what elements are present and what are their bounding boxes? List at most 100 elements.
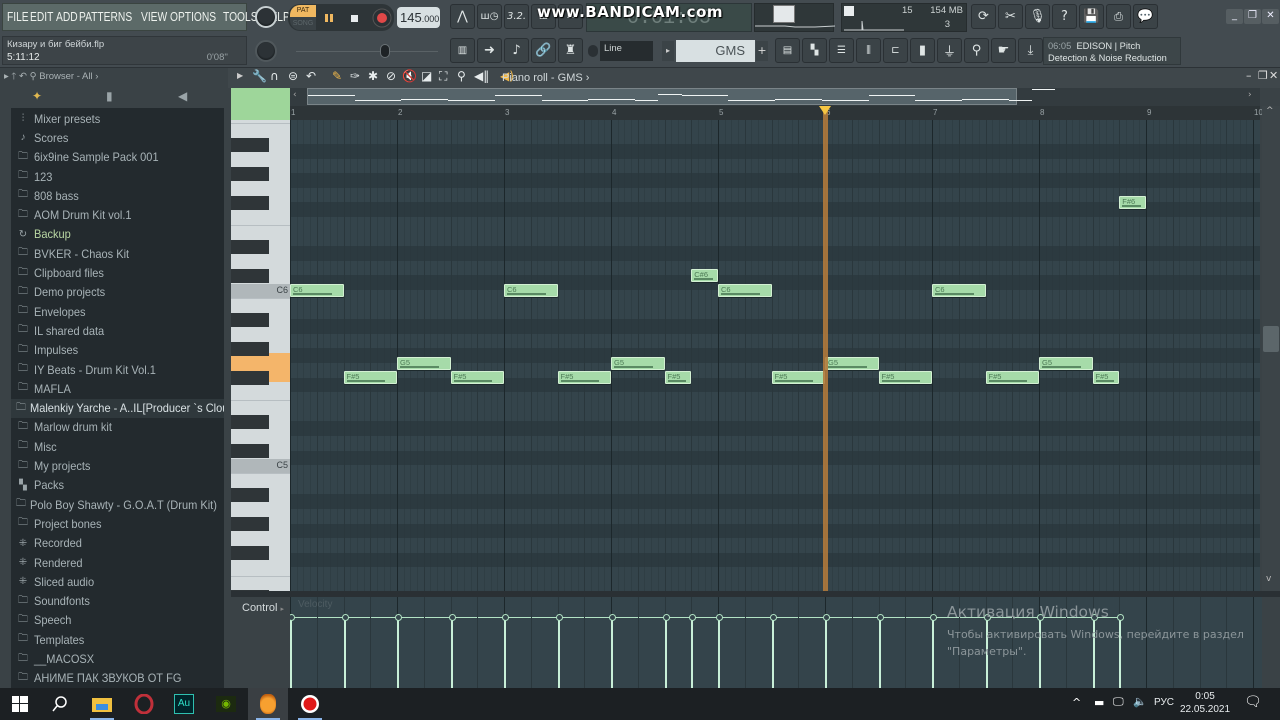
- velocity-stem[interactable]: [502, 614, 509, 688]
- note[interactable]: F#5: [771, 371, 825, 385]
- language-indicator[interactable]: РУС: [1154, 697, 1174, 708]
- smart-disable-button[interactable]: ☛: [991, 38, 1016, 63]
- menu-edit[interactable]: EDIT: [30, 10, 53, 24]
- browser-item[interactable]: ♪ Scores: [11, 128, 224, 147]
- browser-item[interactable]: ⁜ Rendered: [11, 553, 224, 572]
- snap-mode-select[interactable]: Line: [600, 41, 653, 61]
- velocity-lane[interactable]: Velocity: [290, 597, 1262, 688]
- note[interactable]: G5: [825, 356, 879, 370]
- menu-view[interactable]: VIEW: [141, 10, 167, 24]
- wait-input-button[interactable]: ш◷: [477, 4, 502, 29]
- news-hint-panel[interactable]: 06:05 EDISON | Pitch Detection & Noise R…: [1043, 37, 1181, 65]
- piano-roll-menu-arrow[interactable]: ▶: [237, 71, 243, 80]
- add-pattern-button[interactable]: +: [756, 41, 768, 61]
- browser-item[interactable]: 🗀 BVKER - Chaos Kit: [11, 244, 224, 263]
- note[interactable]: C6: [718, 283, 772, 297]
- file-explorer-app[interactable]: [82, 688, 122, 720]
- plugin-picker-button[interactable]: ⏚: [937, 38, 962, 63]
- octave-key[interactable]: C5: [231, 458, 290, 474]
- browser-item[interactable]: 🗀 Clipboard files: [11, 263, 224, 282]
- menu-tools[interactable]: TOOLS: [223, 10, 258, 24]
- playlist-button[interactable]: ▤: [775, 38, 800, 63]
- tempo-display[interactable]: 145.000: [397, 7, 440, 28]
- browser-arrow-icon[interactable]: ▸: [4, 71, 9, 82]
- pause-button[interactable]: [317, 6, 341, 30]
- octave-key[interactable]: C6: [231, 283, 290, 299]
- help-button[interactable]: ?: [1052, 4, 1077, 29]
- playhead[interactable]: [823, 106, 828, 591]
- browser-item[interactable]: 🗀 Demo projects: [11, 283, 224, 302]
- scroll-right-icon[interactable]: ›: [1248, 90, 1252, 100]
- black-key[interactable]: [231, 312, 269, 327]
- blend-notes-button[interactable]: ш: [531, 4, 556, 29]
- browser-item[interactable]: 🗀 IL shared data: [11, 321, 224, 340]
- search-button[interactable]: [40, 688, 80, 720]
- velocity-stem[interactable]: [1037, 614, 1044, 688]
- black-key[interactable]: [231, 414, 269, 429]
- paint-icon[interactable]: ✑: [350, 69, 360, 83]
- menu-file[interactable]: FILE: [7, 10, 29, 24]
- note[interactable]: G5: [611, 356, 665, 370]
- browser-tab-plugins[interactable]: ◀: [178, 89, 187, 103]
- browser-item[interactable]: 🗀 Malenkiy Yarche - A..IL[Producer `s Clo…: [11, 398, 224, 418]
- touch-controller-button[interactable]: ⚲: [964, 38, 989, 63]
- pencil-icon[interactable]: ✎: [332, 69, 342, 83]
- taskbar-clock[interactable]: 0:05 22.05.2021: [1180, 690, 1230, 716]
- pr-minimize-button[interactable]: –: [1246, 69, 1252, 82]
- browser-title[interactable]: Browser - All: [39, 71, 92, 82]
- chat-button[interactable]: 💬: [1133, 4, 1158, 29]
- velocity-stem[interactable]: [689, 614, 697, 688]
- velocity-stem[interactable]: [1090, 614, 1098, 688]
- pattern-selector[interactable]: GMS: [676, 40, 755, 62]
- note[interactable]: C#6: [691, 268, 718, 282]
- undo-icon[interactable]: ↶: [306, 69, 316, 83]
- note[interactable]: F#5: [1092, 371, 1120, 385]
- battery-icon[interactable]: ▬: [1094, 696, 1104, 709]
- wrench-icon[interactable]: 🔧: [252, 69, 267, 83]
- black-key[interactable]: [231, 166, 269, 181]
- note[interactable]: G5: [1039, 356, 1093, 370]
- volume-icon[interactable]: 🔈: [1133, 695, 1147, 708]
- browser-item[interactable]: ↻ Backup: [11, 225, 224, 244]
- save-button[interactable]: 💾: [1079, 4, 1104, 29]
- browser-item[interactable]: 🗀 AOM Drum Kit vol.1: [11, 206, 224, 225]
- scroll-down-icon[interactable]: v: [1266, 574, 1271, 584]
- overview-viewport[interactable]: [307, 88, 1056, 105]
- master-pitch-slider[interactable]: [296, 44, 438, 58]
- pat-song-toggle[interactable]: PAT SONG: [290, 5, 316, 30]
- browser-tab-all[interactable]: ✦: [32, 89, 42, 103]
- show-hidden-icons-button[interactable]: ^: [1072, 696, 1081, 709]
- magnet-icon[interactable]: ∩: [270, 69, 279, 83]
- control-target-selector[interactable]: Control ▸: [231, 597, 290, 688]
- time-display[interactable]: 0:01:05: [586, 3, 752, 32]
- snap-icon[interactable]: ⊜: [288, 69, 298, 83]
- record-audio-button[interactable]: 🎙: [1025, 4, 1050, 29]
- note[interactable]: C6: [504, 283, 558, 297]
- piano-roll-overview[interactable]: ‹ ›: [290, 88, 1260, 106]
- project-files-button[interactable]: ▮: [910, 38, 935, 63]
- note-grid[interactable]: C6 F#5 G5 F#5 C6 F#5 G5 F#5 C#6 C6 F#5 G5 F#5 C6 F#5 G5…: [290, 120, 1260, 591]
- black-key[interactable]: [231, 546, 269, 561]
- black-key[interactable]: [231, 487, 269, 502]
- browser-tab-project[interactable]: ▮: [106, 89, 113, 103]
- playback-icon[interactable]: ◀‖: [474, 69, 489, 83]
- browser-item[interactable]: 🗀 MAFLA: [11, 379, 224, 398]
- playhead-marker[interactable]: [819, 106, 831, 115]
- stop-button[interactable]: [342, 6, 366, 30]
- up-icon[interactable]: 🡑: [11, 71, 16, 82]
- timeline-ruler[interactable]: 1 2 3 4 5 6 7 8 9 10: [290, 106, 1263, 120]
- master-volume-knob[interactable]: [255, 6, 277, 28]
- browser-item[interactable]: ⁜ Recorded: [11, 534, 224, 553]
- search-icon[interactable]: ⚲: [30, 71, 37, 82]
- velocity-stem[interactable]: [555, 614, 563, 688]
- note[interactable]: F#5: [557, 371, 611, 385]
- browser-item[interactable]: 🗀 __MACOSX: [11, 649, 224, 668]
- browser-item[interactable]: 🗀 Soundfonts: [11, 592, 224, 611]
- browser-item[interactable]: 🗀 Project bones: [11, 514, 224, 533]
- slice-icon[interactable]: ◪: [421, 69, 432, 83]
- browser-item[interactable]: 🗀 Speech: [11, 611, 224, 630]
- browser-item[interactable]: 🗀 Templates: [11, 630, 224, 649]
- black-key[interactable]: [231, 137, 269, 152]
- velocity-stem[interactable]: [716, 614, 723, 688]
- fl-studio-app[interactable]: [248, 688, 288, 720]
